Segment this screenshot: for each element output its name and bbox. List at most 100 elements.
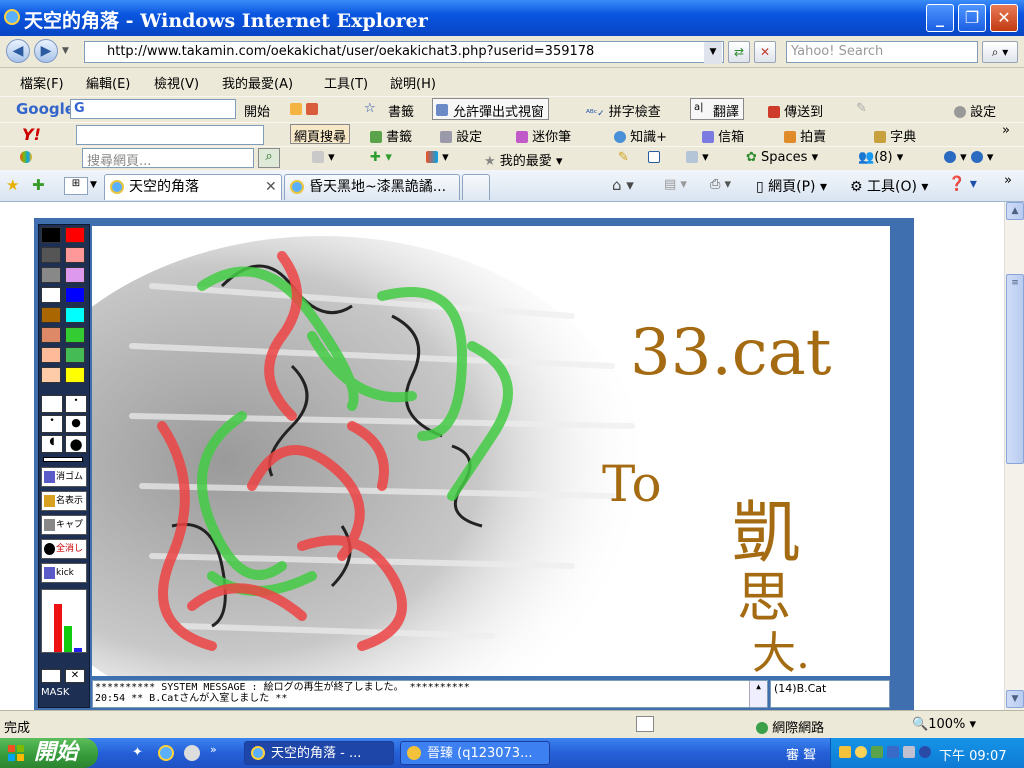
send-to-button[interactable]: 傳送到 xyxy=(768,101,823,120)
address-dropdown-icon[interactable]: ▼ xyxy=(704,42,722,64)
tray-network-icon[interactable] xyxy=(887,746,899,758)
color-swatch[interactable] xyxy=(65,227,85,243)
eraser-button[interactable]: 消ゴム xyxy=(41,467,87,487)
search-input[interactable]: Yahoo! Search xyxy=(786,41,978,63)
brush-size-6[interactable]: ● xyxy=(65,435,87,453)
color-swatch[interactable] xyxy=(65,267,85,283)
tray-bluetooth-icon[interactable] xyxy=(919,746,931,758)
help-icon[interactable]: ❓ ▾ xyxy=(948,176,977,192)
menu-tools[interactable]: 工具(T) xyxy=(324,73,368,92)
stop-icon[interactable]: ✕ xyxy=(754,41,776,63)
start-button[interactable]: 開始 xyxy=(0,738,98,768)
mini-pen-button[interactable]: 迷你筆 xyxy=(516,126,571,145)
new-tab-button[interactable] xyxy=(462,174,490,200)
task-ie-window[interactable]: 天空的角落 - ... xyxy=(244,741,394,765)
chat-scroll-up-icon[interactable]: ▲ xyxy=(749,681,767,707)
add-favorite-icon[interactable]: ✚ xyxy=(32,176,45,194)
color-swatch[interactable] xyxy=(65,247,85,263)
brush-size-2[interactable]: • xyxy=(65,395,87,413)
color-swatch[interactable] xyxy=(41,287,61,303)
google-go-button[interactable]: 開始 xyxy=(244,101,270,120)
quicklaunch-butterfly-icon[interactable]: ✦ xyxy=(132,745,143,760)
msn-search-button[interactable]: ⌕ xyxy=(258,148,280,168)
color-swatch[interactable] xyxy=(65,367,85,383)
back-button[interactable]: ◀ xyxy=(6,39,30,63)
brush-size-5[interactable]: ◖ xyxy=(41,435,63,453)
tab-sky-corner[interactable]: 天空的角落 ✕ xyxy=(104,174,282,200)
ime-indicator[interactable]: 審 聟 xyxy=(786,744,816,763)
highlighter-icon[interactable]: ✎ xyxy=(856,101,867,116)
yahoo-settings-button[interactable]: 設定 xyxy=(440,126,482,145)
pen-width-bar[interactable] xyxy=(43,457,83,462)
color-swatch[interactable] xyxy=(41,347,61,363)
tab-dark-world[interactable]: 昏天黑地~漆黑詭譎... xyxy=(284,174,460,200)
close-tab-icon[interactable]: ✕ xyxy=(265,175,277,199)
msn-tool-icon[interactable]: ▾ xyxy=(312,150,335,165)
user-list-item[interactable]: (14)B.Cat xyxy=(774,682,886,695)
quicklaunch-more-icon[interactable]: » xyxy=(210,743,217,756)
clock[interactable]: 下午 09:07 xyxy=(939,745,1007,764)
msn-favorites-button[interactable]: ★ 我的最愛 ▾ xyxy=(484,150,562,169)
command-chevron-icon[interactable]: » xyxy=(1004,173,1012,188)
feeds-icon[interactable]: ▤ ▾ xyxy=(664,177,687,192)
tools-menu-button[interactable]: ⚙ 工具(O) ▾ xyxy=(850,176,928,196)
refresh-icon[interactable]: ⇄ xyxy=(728,41,750,63)
address-input[interactable]: http://www.takamin.com/oekakichat/user/o… xyxy=(84,41,724,63)
color-swatch[interactable] xyxy=(41,367,61,383)
spell-check-button[interactable]: ᴬᴮᶜ✓ 拼字檢查 xyxy=(586,101,661,120)
vertical-scrollbar[interactable]: ▲ ≡ ▼ xyxy=(1004,202,1024,710)
quick-tabs-icon[interactable]: ⊞ xyxy=(64,177,88,195)
color-swatch[interactable] xyxy=(41,247,61,263)
tab-list-dropdown-icon[interactable]: ▼ xyxy=(90,180,97,190)
google-bookmarks-button[interactable]: 書籤 xyxy=(388,101,414,120)
knowledge-button[interactable]: 知識+ xyxy=(614,126,667,145)
msn-spaces-button[interactable]: ✿ Spaces ▾ xyxy=(746,150,818,165)
msn-note-icon[interactable] xyxy=(648,150,660,165)
color-swatch[interactable] xyxy=(65,347,85,363)
dictionary-button[interactable]: 字典 xyxy=(874,126,916,145)
mask-off-icon[interactable]: ✕ xyxy=(65,669,85,683)
page-menu-button[interactable]: ▯ 網頁(P) ▾ xyxy=(756,176,827,196)
tray-messenger-icon[interactable] xyxy=(871,746,883,758)
color-swatch[interactable] xyxy=(65,327,85,343)
forward-button[interactable]: ▶ xyxy=(34,39,58,63)
quicklaunch-media-icon[interactable] xyxy=(184,745,200,761)
scroll-up-icon[interactable]: ▲ xyxy=(1006,202,1024,220)
color-swatch[interactable] xyxy=(41,267,61,283)
google-settings-button[interactable]: 設定 xyxy=(954,101,996,120)
tray-volume-icon[interactable] xyxy=(903,746,915,758)
close-button[interactable]: ✕ xyxy=(990,4,1018,32)
maximize-button[interactable]: ❐ xyxy=(958,4,986,32)
menu-favorites[interactable]: 我的最愛(A) xyxy=(222,73,293,92)
auction-button[interactable]: 拍賣 xyxy=(784,126,826,145)
chat-log[interactable]: ********** SYSTEM MESSAGE : 絵ログの再生が終了しまし… xyxy=(92,680,768,708)
user-list[interactable]: (14)B.Cat xyxy=(770,680,890,708)
color-swatch[interactable] xyxy=(41,327,61,343)
scroll-thumb[interactable]: ≡ xyxy=(1006,274,1024,464)
zoom-control[interactable]: 🔍100% ▾ xyxy=(912,717,976,732)
menu-help[interactable]: 說明(H) xyxy=(390,73,436,92)
more-chevron-icon[interactable]: » xyxy=(1002,123,1010,138)
msn-pen-icon[interactable]: ✎ xyxy=(618,150,629,165)
quicklaunch-ie-icon[interactable] xyxy=(158,745,174,761)
web-search-button[interactable]: 網頁搜尋 xyxy=(290,124,351,145)
msn-help-icons[interactable]: ▾ ▾ xyxy=(944,150,993,165)
brush-size-1[interactable] xyxy=(41,395,63,413)
color-swatch[interactable] xyxy=(41,227,61,243)
menu-view[interactable]: 檢視(V) xyxy=(154,73,199,92)
minimize-button[interactable]: _ xyxy=(926,4,954,32)
show-names-button[interactable]: 名表示 xyxy=(41,491,87,511)
brush-size-4[interactable]: ● xyxy=(65,415,87,433)
history-dropdown-icon[interactable]: ▼ xyxy=(62,46,69,56)
drawing-canvas[interactable]: 33.cat To 凱 思 大. xyxy=(92,226,890,676)
scroll-down-icon[interactable]: ▼ xyxy=(1006,690,1024,708)
home-icon[interactable]: ⌂ ▾ xyxy=(612,176,634,194)
tray-mail-icon[interactable] xyxy=(839,746,851,758)
google-search-input[interactable]: G xyxy=(70,99,236,119)
color-swatch[interactable] xyxy=(65,307,85,323)
color-swatch[interactable] xyxy=(41,307,61,323)
mail-button[interactable]: 信箱 xyxy=(702,126,744,145)
capture-button[interactable]: キャプ xyxy=(41,515,87,535)
menu-file[interactable]: 檔案(F) xyxy=(20,73,64,92)
mask-swatch[interactable] xyxy=(41,669,61,683)
